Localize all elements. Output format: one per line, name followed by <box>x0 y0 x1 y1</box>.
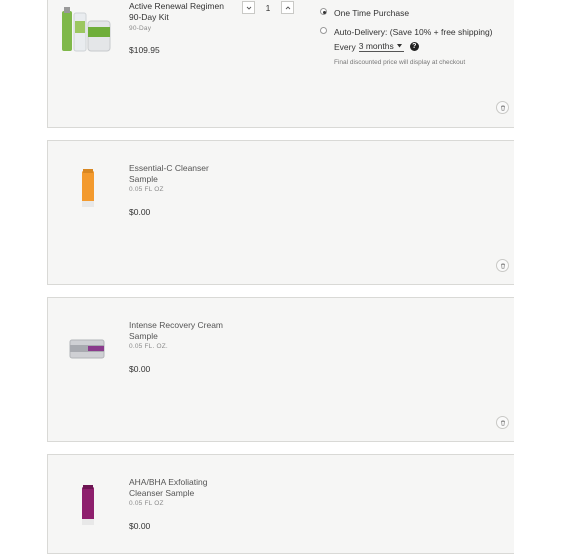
cart-item-card: AHA/BHA Exfoliating Cleanser Sample 0.05… <box>47 454 514 554</box>
discount-note: Final discounted price will display at c… <box>334 59 466 66</box>
cart-item-card: Essential-C Cleanser Sample 0.05 FL OZ $… <box>47 140 514 285</box>
chevron-up-icon <box>285 5 290 9</box>
cream-jar-image <box>58 326 118 378</box>
decrease-quantity-button[interactable] <box>242 1 255 14</box>
quantity-value[interactable]: 1 <box>255 3 281 13</box>
item-name[interactable]: AHA/BHA Exfoliating Cleanser Sample <box>129 477 229 499</box>
auto-delivery-radio[interactable] <box>320 27 327 34</box>
item-name[interactable]: Essential-C Cleanser Sample <box>129 163 229 185</box>
one-time-purchase-radio[interactable] <box>320 8 327 15</box>
chevron-down-icon <box>246 6 251 10</box>
item-size: 0.05 FL OZ <box>129 500 164 507</box>
trash-icon <box>500 262 505 269</box>
skincare-kit-image <box>58 5 118 57</box>
quantity-stepper: 1 <box>242 1 294 14</box>
cart-item-card: Active Renewal Regimen 90-Day Kit 90-Day… <box>47 0 514 128</box>
remove-item-button[interactable] <box>496 416 509 429</box>
help-icon[interactable]: ? <box>409 42 419 51</box>
delivery-frequency-row: Every 3 months ? <box>334 41 419 52</box>
one-time-purchase-label[interactable]: One Time Purchase <box>334 8 409 18</box>
trash-icon <box>500 419 505 426</box>
item-price: $0.00 <box>129 521 151 531</box>
trash-icon <box>500 104 505 111</box>
auto-delivery-label[interactable]: Auto-Delivery: (Save 10% + free shipping… <box>334 27 493 37</box>
item-name[interactable]: Active Renewal Regimen 90-Day Kit <box>129 1 229 23</box>
increase-quantity-button[interactable] <box>281 1 294 14</box>
item-price: $0.00 <box>129 364 151 374</box>
remove-item-button[interactable] <box>496 101 509 114</box>
every-label: Every <box>334 41 356 52</box>
orange-tube-image <box>58 163 118 215</box>
item-price: $0.00 <box>129 207 151 217</box>
caret-down-icon <box>396 44 402 48</box>
purple-tube-image <box>58 481 118 533</box>
item-size: 90-Day <box>129 25 152 32</box>
frequency-select[interactable]: 3 months <box>358 41 404 52</box>
item-size: 0.05 FL. OZ. <box>129 343 168 350</box>
item-name[interactable]: Intense Recovery Cream Sample <box>129 320 229 342</box>
frequency-value: 3 months <box>358 41 394 51</box>
cart-item-card: Intense Recovery Cream Sample 0.05 FL. O… <box>47 297 514 442</box>
item-size: 0.05 FL OZ <box>129 186 164 193</box>
item-price: $109.95 <box>129 45 160 55</box>
remove-item-button[interactable] <box>496 259 509 272</box>
